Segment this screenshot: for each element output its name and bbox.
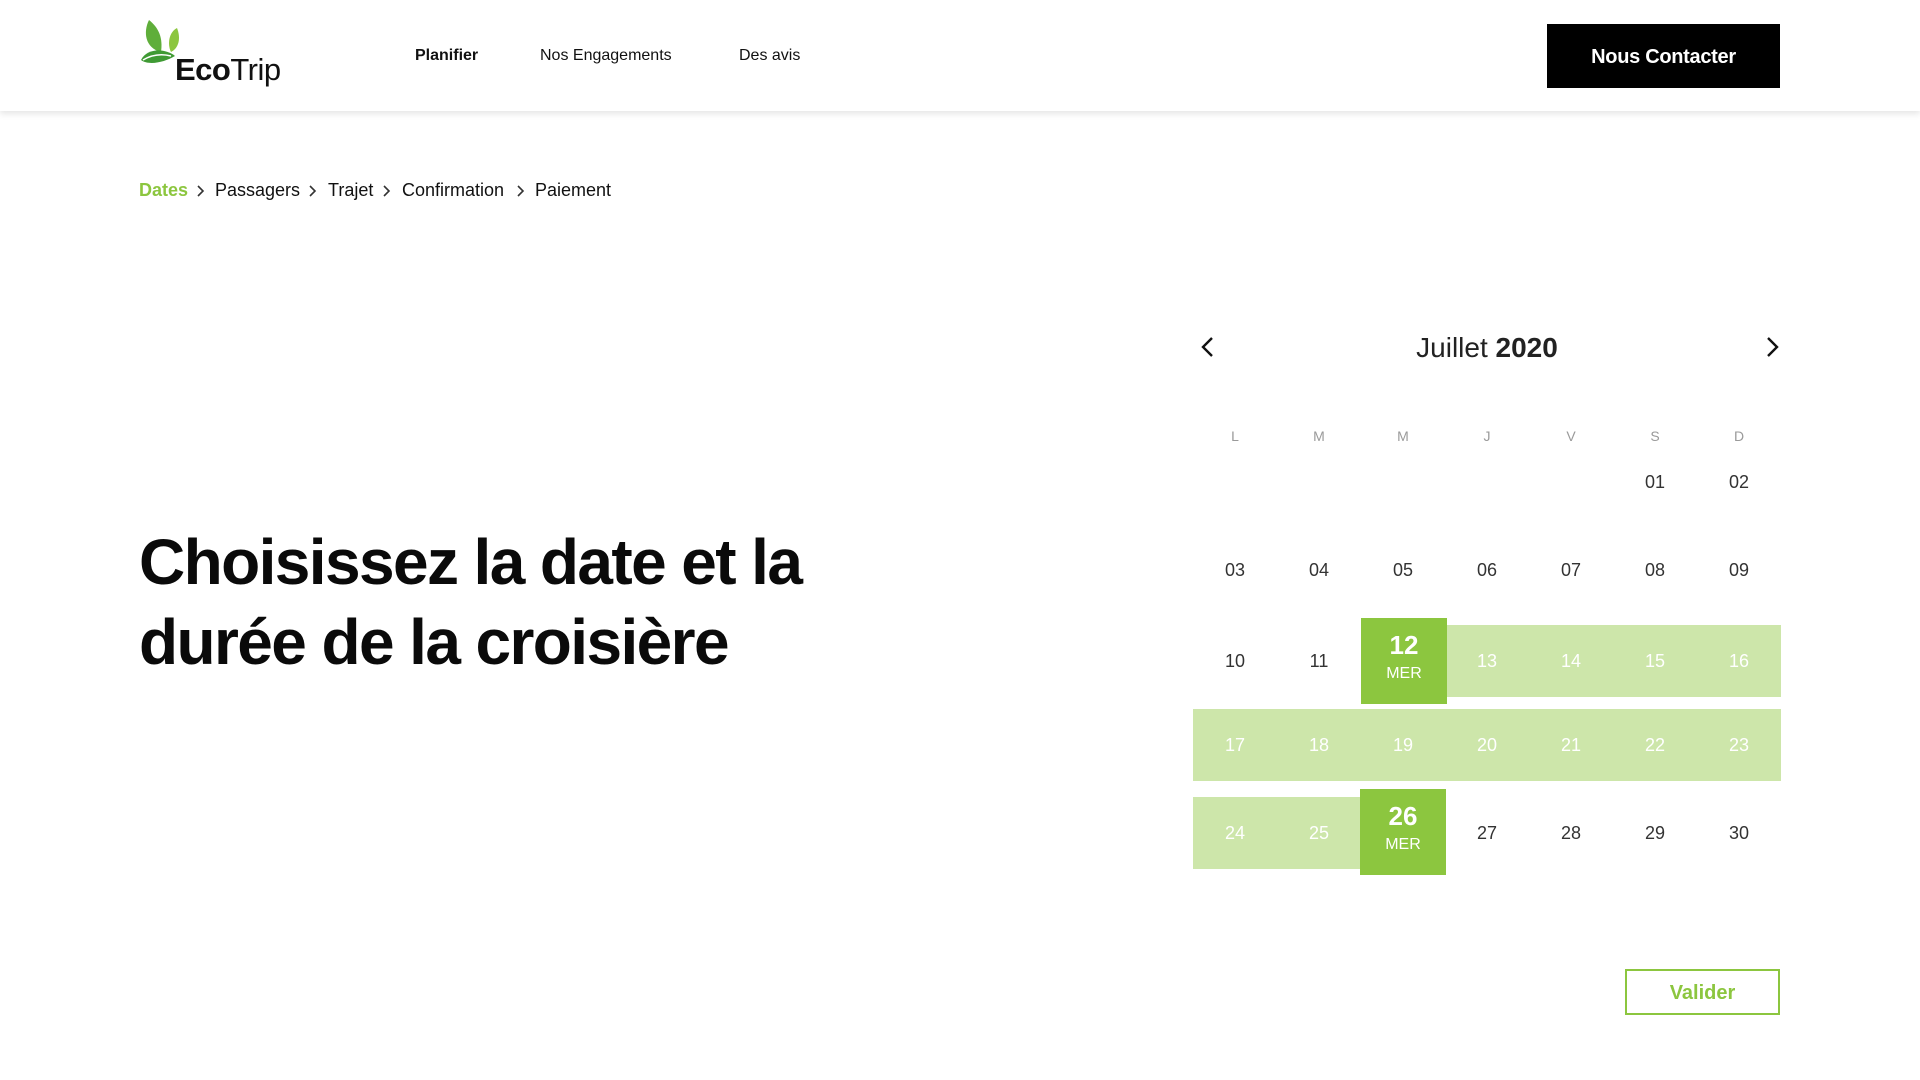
logo-text: EcoTrip (175, 52, 281, 88)
contact-button[interactable]: Nous Contacter (1547, 24, 1780, 88)
calendar-day[interactable]: 09 (1697, 558, 1781, 582)
calendar-day-in-range[interactable]: 14 (1529, 649, 1613, 673)
calendar-day-in-range[interactable]: 16 (1697, 649, 1781, 673)
weekday-header: L (1231, 428, 1239, 444)
weekday-header: M (1313, 428, 1325, 444)
chevron-right-icon (517, 185, 525, 197)
breadcrumb-trajet[interactable]: Trajet (328, 178, 373, 202)
calendar-day-in-range[interactable]: 25 (1277, 821, 1361, 845)
chevron-right-icon[interactable] (1757, 332, 1787, 362)
chevron-right-icon (197, 185, 205, 197)
calendar-day-in-range[interactable]: 20 (1445, 733, 1529, 757)
calendar-day-in-range[interactable]: 21 (1529, 733, 1613, 757)
calendar-day-in-range[interactable]: 18 (1277, 733, 1361, 757)
calendar-day-in-range[interactable]: 17 (1193, 733, 1277, 757)
calendar-day-in-range[interactable]: 23 (1697, 733, 1781, 757)
calendar-day[interactable]: 01 (1613, 470, 1697, 494)
calendar-day[interactable]: 06 (1445, 558, 1529, 582)
breadcrumb-passagers[interactable]: Passagers (215, 178, 300, 202)
calendar-month: Juillet (1416, 332, 1488, 363)
logo-text-regular: Trip (230, 52, 281, 87)
calendar-day-in-range[interactable]: 19 (1361, 733, 1445, 757)
calendar-day[interactable]: 11 (1277, 649, 1361, 673)
page-title: Choisissez la date et la durée de la cro… (139, 526, 803, 678)
calendar-day[interactable]: 02 (1697, 470, 1781, 494)
selected-start-day-number: 12 (1389, 630, 1419, 660)
calendar-year: 2020 (1495, 332, 1558, 363)
top-header: EcoTrip Planifier Nos Engagements Des av… (0, 0, 1920, 111)
selected-start-day-weekday: MER (1386, 665, 1422, 682)
logo-text-bold: Eco (175, 52, 231, 87)
breadcrumb-paiement[interactable]: Paiement (535, 178, 611, 202)
weekday-header: S (1650, 428, 1660, 444)
calendar-day-in-range[interactable]: 24 (1193, 821, 1277, 845)
weekday-header: V (1566, 428, 1576, 444)
selected-end-day[interactable]: 26 MER (1360, 789, 1446, 875)
calendar-day[interactable]: 28 (1529, 821, 1613, 845)
weekday-header: D (1733, 428, 1745, 444)
chevron-right-icon (309, 185, 317, 197)
breadcrumb-confirmation[interactable]: Confirmation (402, 178, 504, 202)
breadcrumb-dates[interactable]: Dates (139, 178, 188, 202)
ecotrip-logo[interactable]: EcoTrip (139, 18, 289, 90)
calendar-day-in-range[interactable]: 15 (1613, 649, 1697, 673)
selected-end-day-weekday: MER (1385, 836, 1421, 853)
calendar-day[interactable]: 10 (1193, 649, 1277, 673)
calendar-day[interactable]: 03 (1193, 558, 1277, 582)
date-picker-calendar: Juillet 2020 L M M J V S D 01 02 03 04 0… (1193, 320, 1781, 900)
nav-item-avis[interactable]: Des avis (739, 45, 800, 67)
calendar-day[interactable]: 30 (1697, 821, 1781, 845)
nav-item-engagements[interactable]: Nos Engagements (540, 45, 672, 67)
calendar-day[interactable]: 05 (1361, 558, 1445, 582)
selected-end-day-number: 26 (1388, 801, 1418, 831)
calendar-day-in-range[interactable]: 13 (1445, 649, 1529, 673)
weekday-header: M (1397, 428, 1409, 444)
nav-item-planifier[interactable]: Planifier (415, 45, 478, 67)
chevron-right-icon (383, 185, 391, 197)
calendar-month-title: Juillet 2020 (1193, 332, 1781, 364)
selected-start-day[interactable]: 12 MER (1361, 618, 1447, 704)
calendar-day-in-range[interactable]: 22 (1613, 733, 1697, 757)
calendar-day[interactable]: 04 (1277, 558, 1361, 582)
calendar-day[interactable]: 27 (1445, 821, 1529, 845)
validate-button[interactable]: Valider (1625, 969, 1780, 1015)
calendar-day[interactable]: 07 (1529, 558, 1613, 582)
calendar-day[interactable]: 08 (1613, 558, 1697, 582)
calendar-day[interactable]: 29 (1613, 821, 1697, 845)
weekday-header: J (1483, 428, 1491, 444)
